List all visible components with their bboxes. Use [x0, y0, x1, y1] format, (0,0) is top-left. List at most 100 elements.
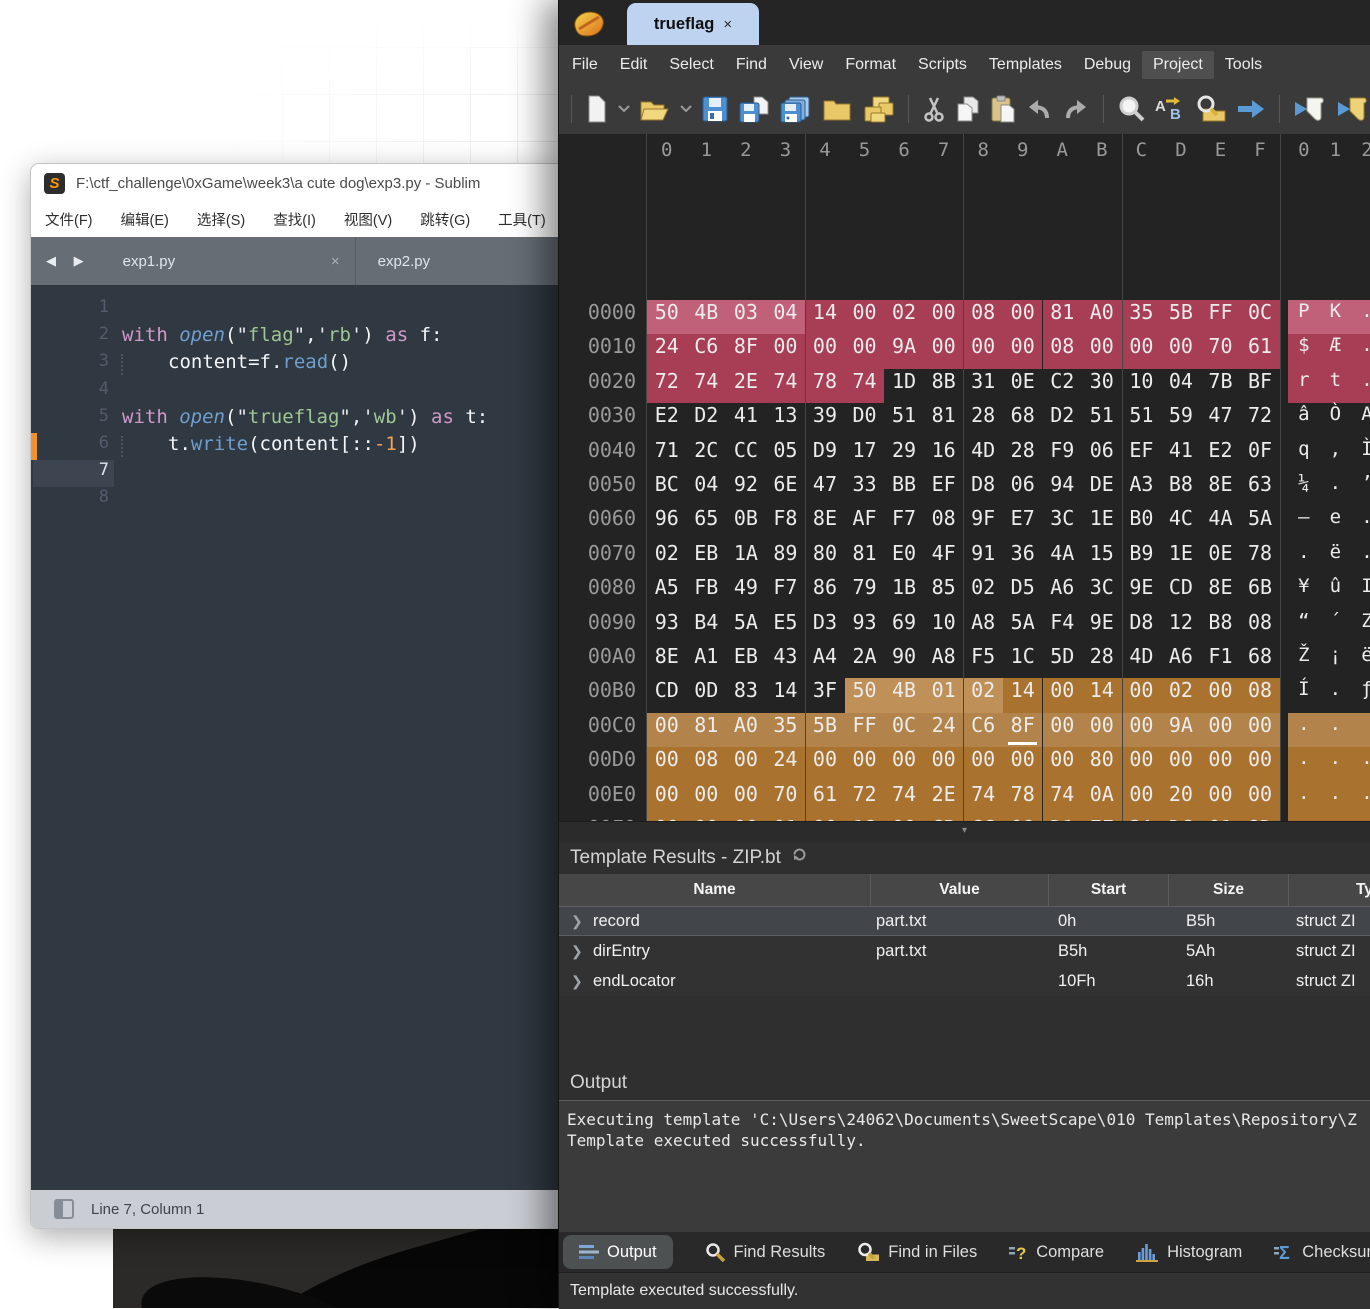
hex-byte[interactable]: 4A — [1043, 541, 1083, 575]
hex-byte[interactable]: 2E — [726, 369, 766, 403]
hex-byte[interactable]: 00 — [845, 747, 885, 781]
tab-trueflag[interactable]: trueflag × — [627, 3, 759, 45]
hex-byte[interactable]: B4 — [687, 610, 727, 644]
hex-byte[interactable]: 02 — [884, 300, 924, 334]
hex-byte[interactable]: B8 — [1161, 472, 1201, 506]
hex-byte[interactable]: 8E — [647, 644, 687, 678]
bottom-tab-compare[interactable]: ?Compare — [1009, 1242, 1104, 1262]
bottom-tab-find-results[interactable]: Find Results — [705, 1242, 826, 1262]
hex-byte[interactable]: 05 — [766, 438, 806, 472]
hex-byte[interactable]: 5B — [805, 713, 845, 747]
hex-byte[interactable]: 00 — [1003, 747, 1043, 781]
hex-byte[interactable]: 71 — [647, 438, 687, 472]
hex-byte[interactable]: 80 — [1082, 747, 1122, 781]
hex-byte[interactable]: 81 — [845, 541, 885, 575]
hex-byte[interactable]: 74 — [884, 782, 924, 816]
hex-byte[interactable]: 00 — [1201, 678, 1241, 712]
hex-byte[interactable]: A1 — [687, 644, 727, 678]
hex-byte[interactable]: 00 — [1122, 713, 1162, 747]
sublime-menu-item-3[interactable]: 查找(I) — [273, 209, 316, 230]
hex-byte[interactable]: A0 — [1082, 300, 1122, 334]
hex-byte[interactable]: DE — [1082, 472, 1122, 506]
menu-tools[interactable]: Tools — [1214, 51, 1273, 79]
hex-byte[interactable]: 14 — [805, 300, 845, 334]
hex-byte[interactable]: 08 — [963, 300, 1003, 334]
hex-byte[interactable]: D8 — [963, 472, 1003, 506]
hex-byte[interactable]: 04 — [766, 300, 806, 334]
ascii-char[interactable]: A — [1351, 403, 1370, 437]
ascii-char[interactable]: . — [1320, 678, 1352, 712]
hex-byte[interactable]: 93 — [647, 610, 687, 644]
hex-byte[interactable]: 4D — [963, 438, 1003, 472]
hex-byte[interactable]: 00 — [1201, 747, 1241, 781]
hex-byte[interactable]: 29 — [884, 438, 924, 472]
hex-byte[interactable]: 0D — [687, 678, 727, 712]
hex-byte[interactable]: 0E — [1201, 541, 1241, 575]
hex-byte[interactable]: A0 — [726, 713, 766, 747]
menu-debug[interactable]: Debug — [1073, 51, 1142, 79]
code-line-4[interactable]: 4 — [31, 379, 571, 406]
ascii-char[interactable]: , — [1320, 438, 1352, 472]
hex-byte[interactable]: E0 — [884, 541, 924, 575]
table-row-dirEntry[interactable]: ❯dirEntrypart.txtB5h5Ahstruct ZI — [559, 936, 1370, 966]
hex-byte[interactable]: 00 — [845, 300, 885, 334]
hex-byte[interactable]: 90 — [884, 644, 924, 678]
hex-byte[interactable]: 61 — [805, 782, 845, 816]
hex-byte[interactable]: 74 — [845, 369, 885, 403]
hex-byte[interactable]: 78 — [1003, 782, 1043, 816]
column-header-size[interactable]: Size — [1169, 874, 1289, 906]
hex-byte[interactable]: 00 — [1122, 334, 1162, 368]
hex-byte[interactable]: 81 — [687, 713, 727, 747]
ascii-char[interactable]: Ž — [1288, 644, 1320, 678]
hex-byte[interactable]: 50 — [845, 678, 885, 712]
hex-byte[interactable]: 30 — [1082, 369, 1122, 403]
hex-byte[interactable]: 00 — [1082, 334, 1122, 368]
hex-byte[interactable]: 00 — [805, 334, 845, 368]
ascii-char[interactable]: t — [1320, 369, 1352, 403]
hex-byte[interactable]: E7 — [1003, 506, 1043, 540]
hex-byte[interactable]: 2A — [845, 644, 885, 678]
ascii-char[interactable]: Ì — [1351, 438, 1370, 472]
hex-byte[interactable]: 2C — [687, 438, 727, 472]
hex-byte[interactable]: 16 — [924, 438, 964, 472]
hex-byte[interactable]: 8B — [924, 369, 964, 403]
hex-byte[interactable]: 0C — [884, 713, 924, 747]
hex-byte[interactable]: 00 — [1201, 713, 1241, 747]
menu-project[interactable]: Project — [1142, 51, 1214, 79]
hex-byte[interactable]: 04 — [687, 472, 727, 506]
hex-byte[interactable]: 08 — [924, 506, 964, 540]
hex-byte[interactable]: 00 — [687, 782, 727, 816]
tab-scroll-arrows[interactable]: ◀ ▶ — [46, 253, 91, 269]
ascii-char[interactable]: . — [1320, 747, 1352, 781]
hex-byte[interactable]: 78 — [1240, 541, 1280, 575]
hex-byte[interactable]: 00 — [647, 782, 687, 816]
expand-chevron-icon[interactable]: ❯ — [571, 936, 583, 966]
hex-byte[interactable]: 28 — [1003, 438, 1043, 472]
ascii-char[interactable]: r — [1288, 369, 1320, 403]
hex-byte[interactable]: 06 — [1082, 438, 1122, 472]
column-header-start[interactable]: Start — [1049, 874, 1169, 906]
hex-byte[interactable]: 72 — [1240, 403, 1280, 437]
menu-file[interactable]: File — [561, 51, 609, 79]
hex-byte[interactable]: C2 — [1043, 369, 1083, 403]
hex-byte[interactable]: 61 — [1240, 334, 1280, 368]
open-folder-button[interactable] — [822, 96, 852, 122]
ascii-char[interactable]: Ò — [1320, 403, 1352, 437]
hex-byte[interactable]: 9E — [1122, 575, 1162, 609]
sublime-menu-item-2[interactable]: 选择(S) — [197, 209, 245, 230]
ascii-char[interactable]: ’ — [1351, 472, 1370, 506]
hex-byte[interactable]: 78 — [805, 369, 845, 403]
table-row-endLocator[interactable]: ❯endLocator10Fh16hstruct ZI — [559, 966, 1370, 996]
menu-edit[interactable]: Edit — [609, 51, 659, 79]
save-as-button[interactable] — [738, 95, 770, 123]
hex-byte[interactable]: 74 — [1043, 782, 1083, 816]
hex-byte[interactable]: BC — [647, 472, 687, 506]
hex-byte[interactable]: 81 — [1043, 300, 1083, 334]
new-file-button[interactable] — [585, 94, 609, 124]
ascii-char[interactable]: Æ — [1320, 334, 1352, 368]
ascii-char[interactable]: . — [1288, 541, 1320, 575]
hex-byte[interactable]: 0B — [726, 506, 766, 540]
hex-byte[interactable]: AF — [845, 506, 885, 540]
hex-byte[interactable]: 4F — [924, 541, 964, 575]
hex-byte[interactable]: 8F — [726, 334, 766, 368]
